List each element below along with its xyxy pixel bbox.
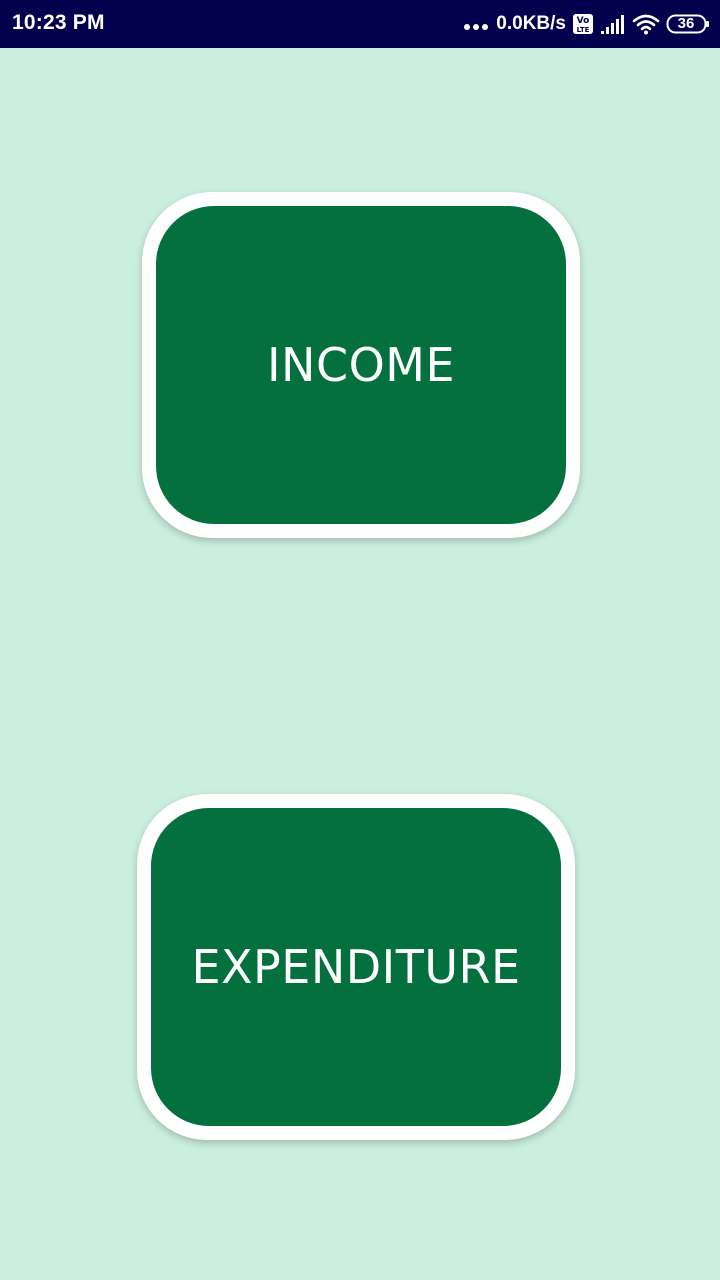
expenditure-button[interactable]: EXPENDITURE: [137, 794, 575, 1140]
income-button-face[interactable]: INCOME: [156, 206, 566, 524]
status-bar: 10:23 PM 0.0KB/s Vo LTE 36: [0, 0, 720, 48]
battery-level: 36: [677, 15, 695, 32]
main-screen: INCOME EXPENDITURE: [0, 48, 720, 1280]
status-time: 10:23 PM: [12, 11, 105, 34]
expenditure-button-label: EXPENDITURE: [191, 940, 521, 994]
income-button[interactable]: INCOME: [142, 192, 580, 538]
income-button-label: INCOME: [266, 338, 456, 392]
expenditure-button-face[interactable]: EXPENDITURE: [151, 808, 561, 1126]
status-icons: 0.0KB/s Vo LTE 36: [464, 0, 710, 48]
volte-bottom-text: LTE: [577, 26, 590, 34]
volte-icon: Vo LTE: [573, 14, 593, 34]
wifi-icon: [632, 14, 660, 35]
battery-icon: 36: [666, 13, 710, 35]
network-speed: 0.0KB/s: [496, 13, 566, 34]
signal-icon: [601, 15, 624, 34]
more-dots-icon: [464, 24, 489, 30]
volte-top-text: Vo: [577, 16, 590, 26]
